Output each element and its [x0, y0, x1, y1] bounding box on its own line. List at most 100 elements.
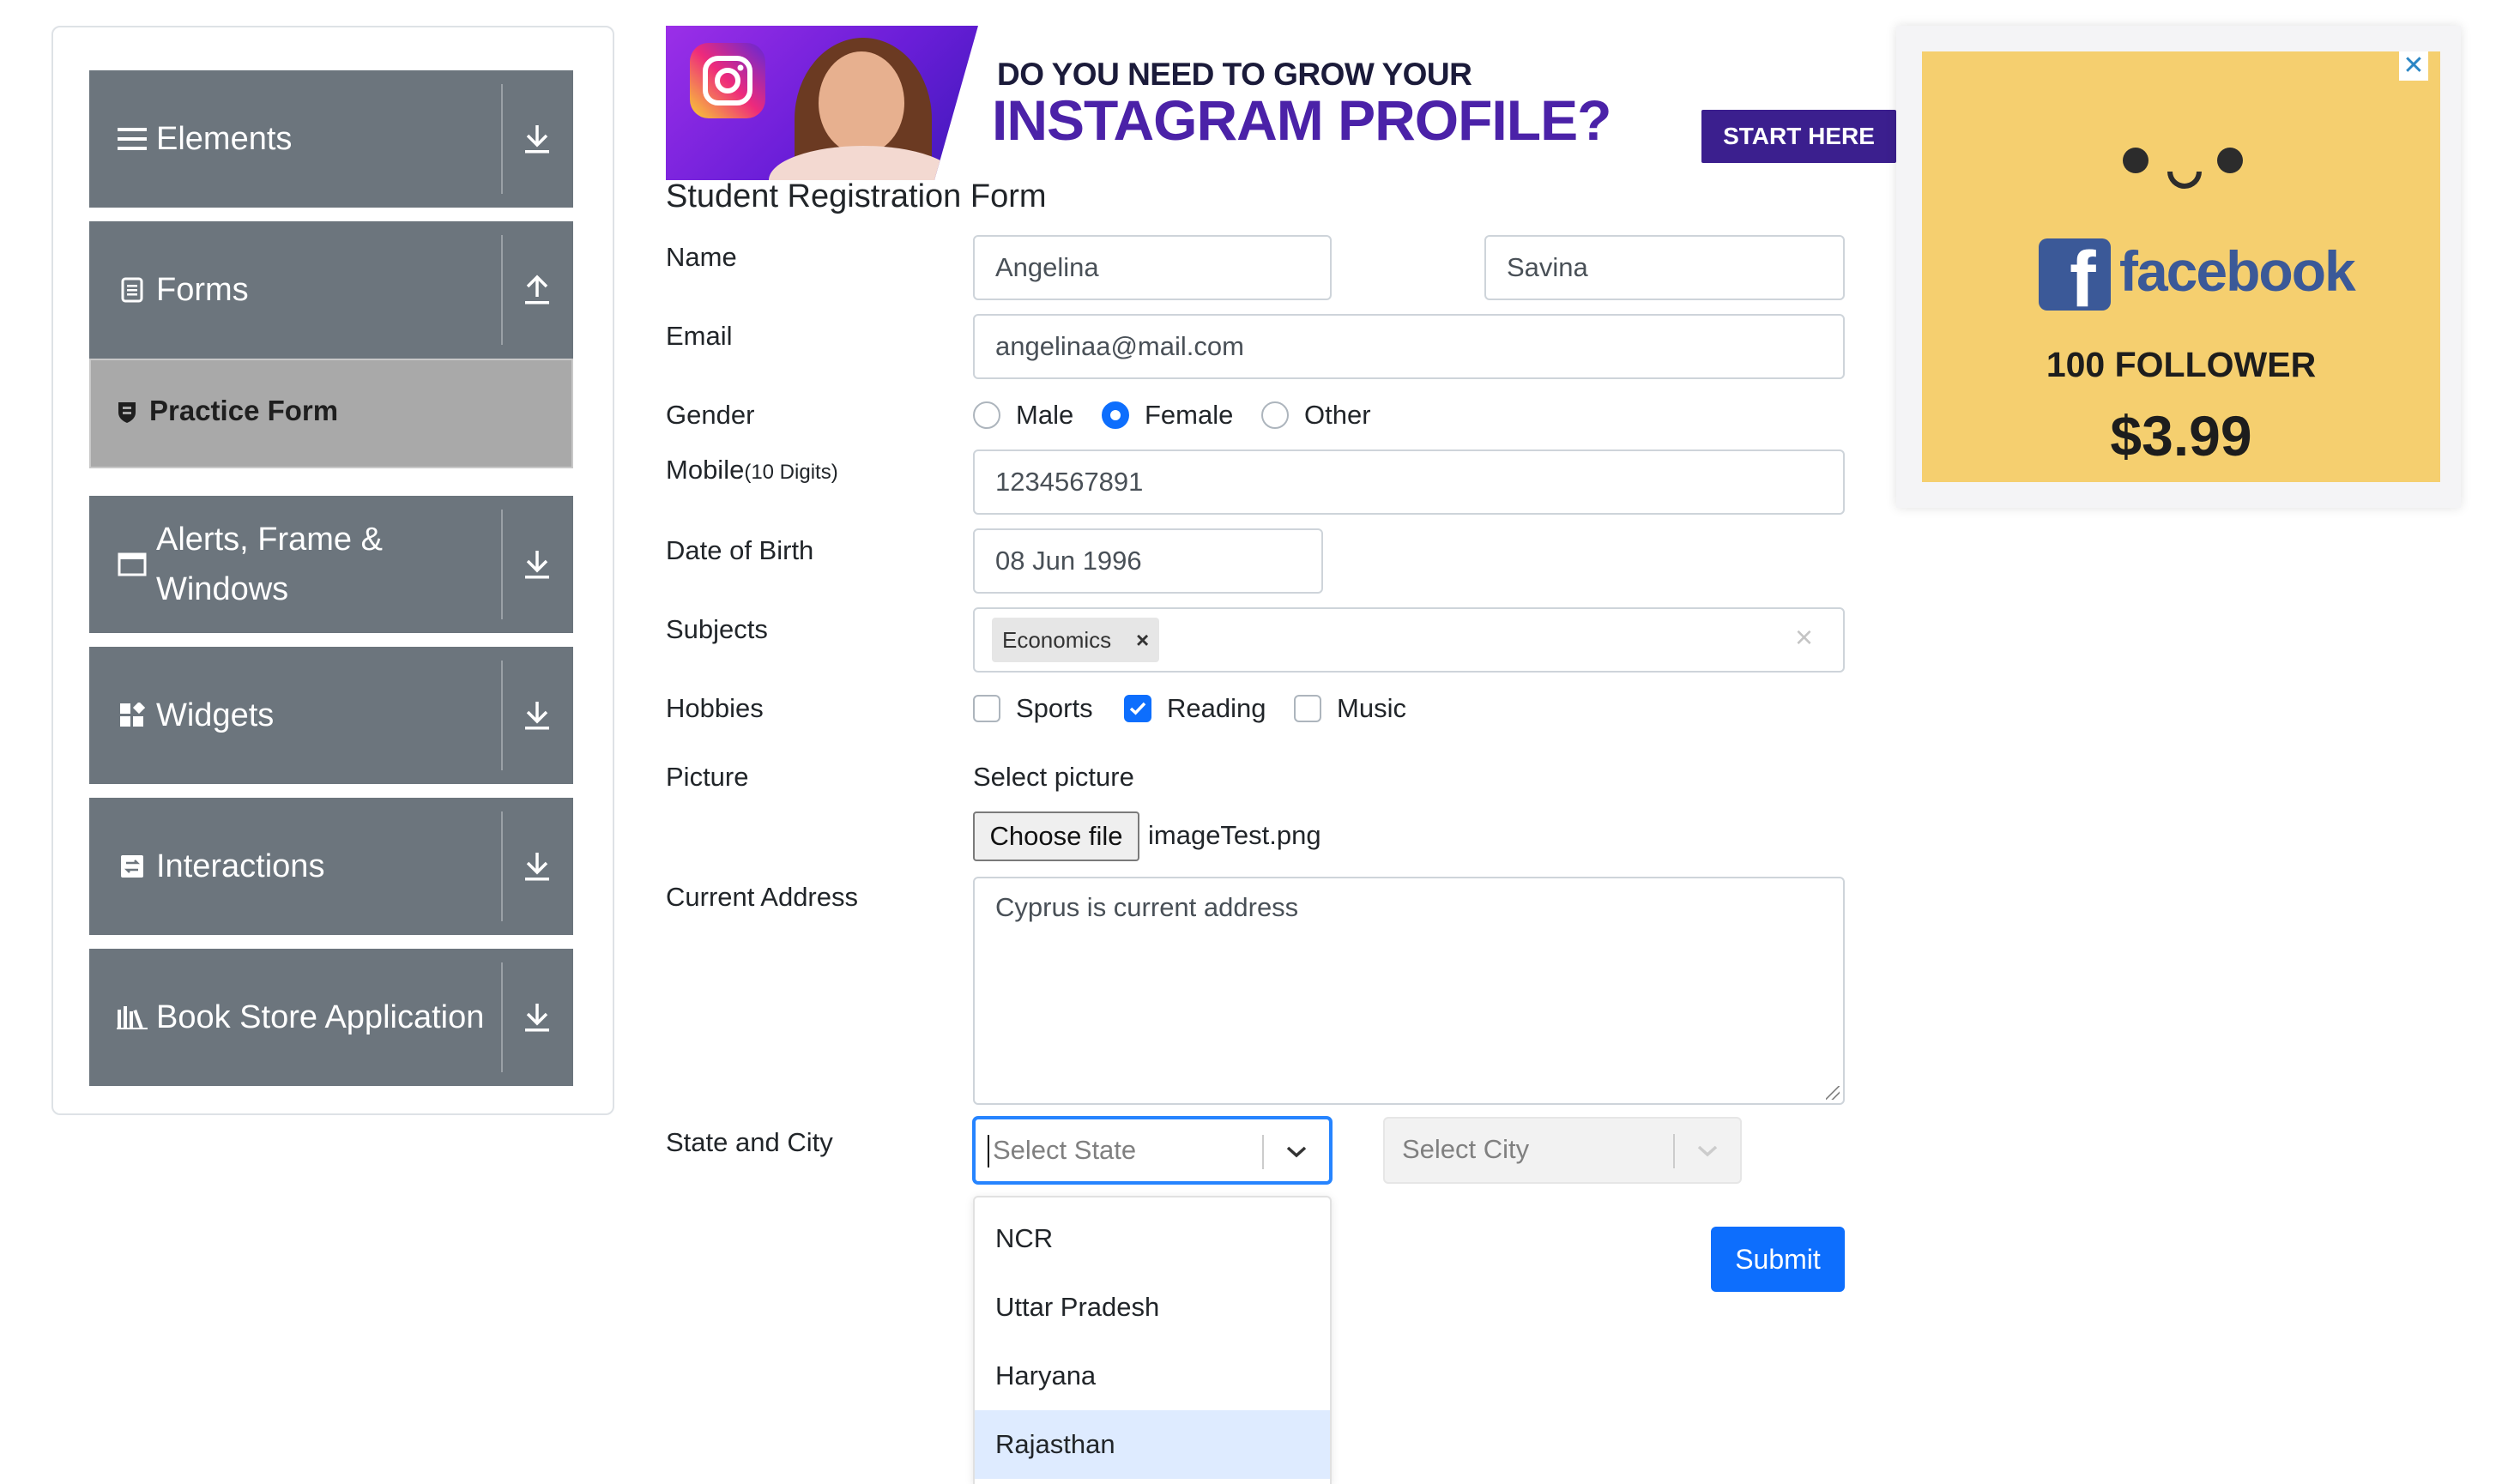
state-placeholder: Select State [993, 1135, 1137, 1165]
download-arrow-icon[interactable] [517, 695, 558, 736]
sidebar-group-label: Forms [156, 272, 249, 308]
divider [1673, 1134, 1675, 1168]
current-address-textarea[interactable]: Cyprus is current address [973, 877, 1845, 1105]
choose-file-button[interactable]: Choose file [973, 811, 1139, 861]
divider [501, 235, 503, 345]
ad-person-face [819, 51, 904, 154]
select-picture-label: Select picture [973, 762, 1134, 792]
radio-button[interactable] [973, 401, 1000, 429]
mobile-label: Mobile(10 Digits) [666, 455, 838, 486]
gender-radio-male[interactable]: Male [973, 400, 1073, 431]
gender-radio-female[interactable]: Female [1102, 400, 1233, 431]
sidebar-item-practice-form[interactable]: Practice Form [89, 359, 573, 468]
upload-arrow-icon[interactable] [517, 269, 558, 311]
download-arrow-icon[interactable] [517, 997, 558, 1038]
interaction-icon [117, 851, 148, 882]
radio-label: Male [1016, 400, 1074, 430]
sidebar-group-book-store[interactable]: Book Store Application [89, 949, 573, 1086]
checkmark-icon[interactable] [1124, 695, 1151, 722]
state-option[interactable]: Uttar Pradesh [975, 1273, 1330, 1342]
sidebar-group-label: Interactions [156, 848, 325, 884]
resize-handle-icon[interactable] [1826, 1086, 1840, 1100]
last-name-input[interactable]: Savina [1484, 235, 1845, 300]
hobby-checkbox-sports[interactable]: Sports [973, 693, 1093, 724]
sidebar-group-label: Book Store Application [156, 999, 485, 1035]
instagram-icon [690, 43, 765, 118]
sidebar-group-interactions[interactable]: Interactions [89, 798, 573, 935]
email-label: Email [666, 321, 733, 351]
divider [501, 510, 503, 619]
sidebar-item-label: Practice Form [149, 395, 339, 426]
state-option[interactable]: NCR [975, 1204, 1330, 1273]
download-arrow-icon[interactable] [517, 846, 558, 887]
mobile-hint: (10 Digits) [744, 461, 838, 484]
dob-label: Date of Birth [666, 535, 814, 565]
ad-eye-right [2217, 148, 2243, 173]
checkbox-label: Music [1337, 693, 1406, 723]
instagram-ad-banner[interactable]: DO YOU NEED TO GROW YOUR INSTAGRAM PROFI… [666, 26, 1896, 180]
hobby-checkbox-reading[interactable]: Reading [1124, 693, 1266, 724]
email-input[interactable]: angelinaa@mail.com [973, 314, 1845, 379]
divider [1262, 1135, 1264, 1169]
state-city-label: State and City [666, 1127, 833, 1157]
divider [501, 811, 503, 921]
file-name: imageTest.png [1148, 820, 1321, 850]
ad-price: $3.99 [2110, 404, 2252, 468]
facebook-ad[interactable]: f facebook 100 FOLLOWER $3.99 [1896, 26, 2461, 508]
checkbox[interactable] [973, 695, 1000, 722]
page-title: Student Registration Form [666, 178, 1047, 214]
sidebar-group-label: Elements [156, 121, 293, 157]
state-select[interactable]: Select State [973, 1117, 1332, 1184]
sidebar-group-elements[interactable]: Elements [89, 70, 573, 208]
clear-icon[interactable]: × [1795, 619, 1813, 655]
gender-radio-other[interactable]: Other [1261, 400, 1371, 431]
sidebar-group-forms[interactable]: Forms [89, 221, 573, 359]
state-option[interactable]: Haryana [975, 1342, 1330, 1410]
checkbox[interactable] [1294, 695, 1321, 722]
radio-button[interactable] [1102, 401, 1129, 429]
divider [501, 661, 503, 770]
divider [501, 962, 503, 1072]
state-option-focused[interactable]: Rajasthan [975, 1410, 1330, 1479]
ad-title: INSTAGRAM PROFILE? [992, 88, 1611, 152]
subjects-label: Subjects [666, 614, 768, 644]
checkbox-label: Reading [1167, 693, 1266, 723]
window-icon [117, 549, 148, 580]
hobby-checkbox-music[interactable]: Music [1294, 693, 1406, 724]
picture-label: Picture [666, 762, 749, 792]
list-icon [117, 124, 148, 154]
books-icon [117, 1002, 148, 1033]
radio-label: Female [1145, 400, 1234, 430]
ad-brand-name: facebook [2119, 239, 2356, 303]
ad-close-icon[interactable]: ✕ [2399, 51, 2428, 81]
ad-smile [2167, 172, 2202, 189]
radio-button[interactable] [1261, 401, 1289, 429]
document-icon [117, 274, 148, 305]
sidebar-group-alerts[interactable]: Alerts, Frame & Windows [89, 496, 573, 633]
download-arrow-icon[interactable] [517, 118, 558, 160]
remove-icon[interactable]: × [1136, 618, 1149, 662]
city-select[interactable]: Select City [1383, 1117, 1742, 1184]
name-label: Name [666, 242, 737, 272]
submit-button[interactable]: Submit [1711, 1227, 1845, 1292]
address-label: Current Address [666, 882, 858, 912]
sidebar-group-label: Widgets [156, 697, 275, 733]
facebook-icon: f [2039, 238, 2111, 319]
ad-eye-left [2123, 148, 2148, 173]
mobile-input[interactable]: 1234567891 [973, 449, 1845, 515]
ad-headline: 100 FOLLOWER [2046, 345, 2317, 384]
radio-label: Other [1304, 400, 1371, 430]
chevron-down-icon[interactable] [1279, 1135, 1314, 1169]
ad-panel: f facebook 100 FOLLOWER $3.99 [1922, 51, 2440, 482]
sidebar-group-label: Alerts, Frame & Windows [156, 522, 383, 607]
date-of-birth-input[interactable]: 08 Jun 1996 [973, 528, 1323, 594]
gender-label: Gender [666, 400, 755, 430]
ad-image [666, 26, 978, 180]
ad-start-here-button[interactable]: START HERE [1701, 110, 1896, 163]
text-cursor [988, 1135, 989, 1167]
first-name-input[interactable]: Angelina [973, 235, 1332, 300]
sidebar-group-widgets[interactable]: Widgets [89, 647, 573, 784]
widgets-icon [117, 700, 148, 731]
download-arrow-icon[interactable] [517, 544, 558, 585]
chevron-down-icon[interactable] [1690, 1134, 1725, 1168]
